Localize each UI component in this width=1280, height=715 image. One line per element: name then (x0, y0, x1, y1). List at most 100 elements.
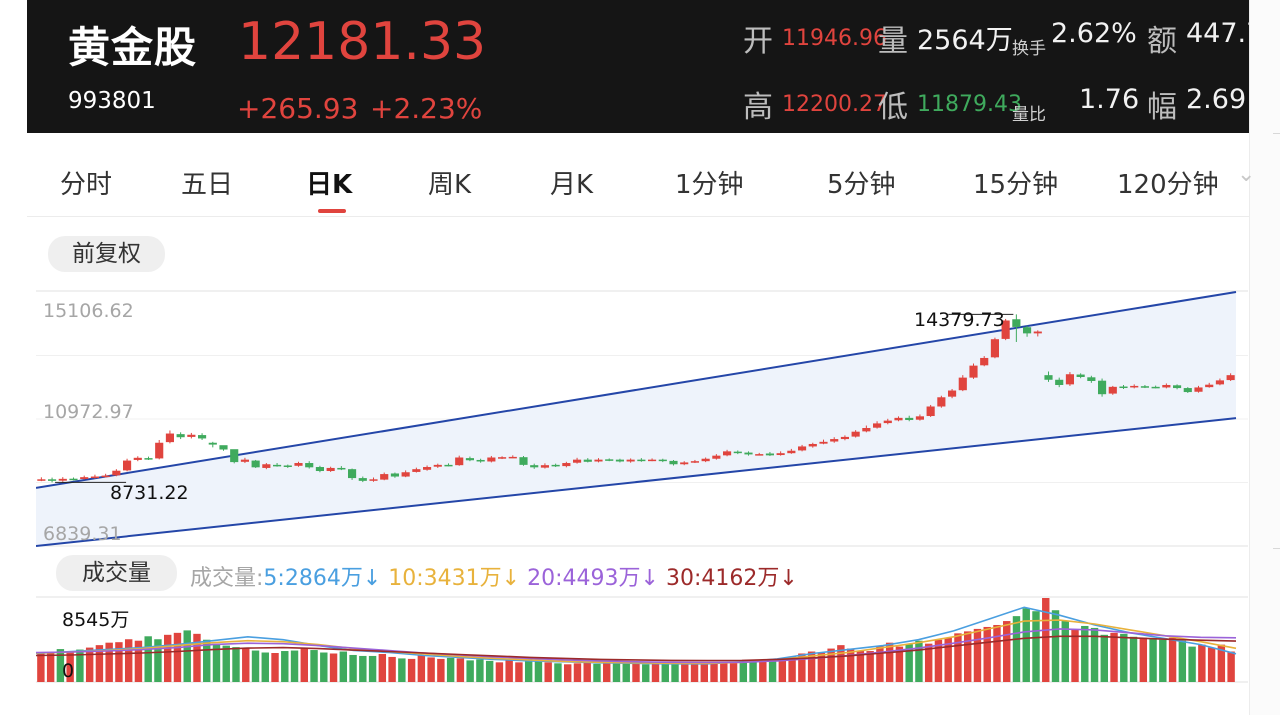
candle-body (133, 457, 142, 460)
candle-body (840, 436, 849, 440)
candle-body (1183, 388, 1192, 393)
volume-bar (242, 647, 250, 682)
volume-bar (885, 642, 894, 682)
candle-body (562, 463, 571, 467)
candle-body (958, 377, 967, 391)
candle-body (176, 434, 185, 438)
candle-body (733, 451, 742, 454)
candle-body (712, 455, 721, 459)
volume-bar (534, 660, 543, 682)
candle-body (380, 474, 389, 480)
candle-body (873, 423, 882, 428)
period-low-annotation: 8731.22 (110, 482, 189, 504)
volume-bar (281, 651, 289, 682)
tab-five-day[interactable]: 五日 (181, 164, 233, 201)
candle-body (1140, 386, 1149, 388)
volume-bar (437, 658, 445, 682)
candle-body (294, 463, 303, 466)
candle-body (551, 464, 560, 467)
candle-body (765, 453, 774, 456)
tab-monthly-k[interactable]: 月K (550, 164, 593, 201)
volume-bar (193, 633, 201, 682)
volume-axis-zero-label: 0 (62, 660, 75, 682)
candle-body (637, 459, 646, 462)
ma10-arrow-icon: ↓ (501, 566, 521, 591)
candle-body (905, 417, 914, 421)
candle-body (455, 457, 464, 466)
volume-bar (476, 659, 484, 682)
ma10-volume: 10:3431万 (388, 566, 502, 591)
volume-bar (964, 631, 972, 682)
volume-bar (564, 664, 572, 682)
volume-bar (456, 658, 465, 682)
stock-name: 黄金股 (68, 23, 198, 72)
candle-body (1130, 385, 1139, 388)
open-label: 开 (743, 24, 773, 59)
tab-5-minute[interactable]: 5分钟 (827, 164, 896, 201)
volume-bar (778, 658, 787, 682)
volume-bar (1061, 621, 1069, 682)
volume-bar (1032, 611, 1040, 682)
volume-bar (232, 647, 240, 682)
volume-bar (124, 639, 133, 682)
volume-bar (973, 628, 982, 682)
y-axis-mid-label: 10972.97 (43, 401, 134, 423)
candle-body (937, 397, 946, 407)
candle-body (48, 479, 57, 481)
candle-body (798, 446, 807, 451)
volume-bar (1227, 651, 1235, 682)
candle-body (851, 431, 860, 437)
volume-bar (349, 654, 357, 682)
tab-daily-k[interactable]: 日K (306, 164, 352, 201)
active-tab-indicator (318, 209, 346, 213)
tab-120-minute[interactable]: 120分钟 (1117, 164, 1219, 201)
volume-bar (622, 662, 630, 682)
tab-intraday[interactable]: 分时 (60, 164, 112, 201)
volume-bar (612, 661, 621, 682)
candle-body (1108, 386, 1117, 394)
candle-body (219, 445, 228, 450)
volume-bar (251, 650, 260, 682)
volume-bar (866, 651, 874, 682)
volume-bar (573, 663, 582, 682)
candle-body (369, 479, 378, 481)
price-change-percent: +2.23% (370, 92, 483, 125)
volume-bar (690, 663, 699, 682)
tab-weekly-k[interactable]: 周K (428, 164, 471, 201)
volume-bar (398, 658, 406, 682)
volume-bar (993, 624, 1001, 682)
volume-indicator-button[interactable]: 成交量 (56, 555, 177, 591)
chevron-down-icon[interactable]: ⌄ (1237, 162, 1255, 187)
candle-body (1151, 386, 1160, 389)
ma30-arrow-icon: ↓ (779, 566, 798, 591)
volume-bar (85, 647, 94, 682)
adjust-mode-button[interactable]: 前复权 (48, 236, 165, 272)
ma5-arrow-icon: ↓ (362, 566, 382, 591)
candle-body (283, 465, 292, 467)
volume-bar (310, 650, 318, 682)
candle-body (208, 442, 217, 445)
volume-bar (183, 630, 191, 682)
candle-body (680, 462, 689, 465)
candle-body (1087, 377, 1096, 381)
candle-body (465, 458, 474, 461)
candle-body (198, 435, 207, 439)
volume-bar (495, 662, 504, 682)
candle-body (1055, 379, 1064, 385)
candle-body (1023, 327, 1032, 334)
candle-body (80, 477, 89, 480)
candle-body (819, 441, 828, 444)
tab-1-minute[interactable]: 1分钟 (675, 164, 744, 201)
volume-bar (515, 662, 523, 682)
volume-bar (1120, 633, 1128, 682)
volume-bar (505, 660, 513, 682)
candle-body (787, 450, 796, 454)
tab-15-minute[interactable]: 15分钟 (973, 164, 1058, 201)
left-margin (0, 0, 27, 715)
volume-bar (339, 651, 348, 682)
volume-bar (144, 636, 152, 682)
volume-chart (36, 596, 1248, 683)
candle-body (165, 433, 174, 443)
candle-body (658, 459, 667, 462)
volume-bar (954, 633, 962, 682)
